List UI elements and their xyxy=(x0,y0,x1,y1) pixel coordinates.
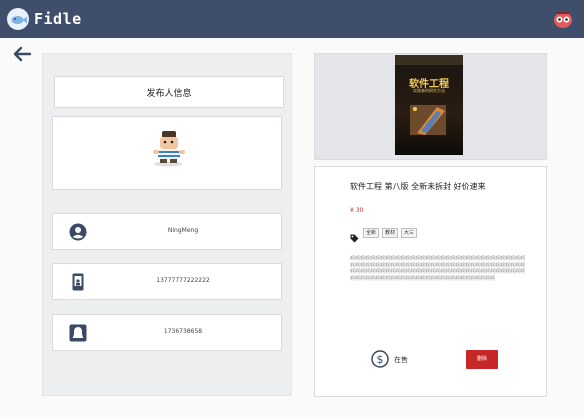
book-cover-subtitle: 实践者的研究方法 xyxy=(413,88,445,93)
person-circle-icon xyxy=(69,223,87,241)
publisher-phone: 13777777222222 xyxy=(156,277,210,284)
fidle-logo-icon[interactable] xyxy=(7,8,29,30)
publisher-name-card: NingMeng xyxy=(52,213,282,250)
publisher-phone-card: 13777777222222 xyxy=(52,263,282,300)
book-cover-band xyxy=(395,55,463,65)
item-tag: 大三 xyxy=(401,228,418,238)
user-avatar-icon[interactable] xyxy=(553,10,573,29)
book-cover-art xyxy=(410,105,446,135)
phone-icon xyxy=(69,273,87,291)
app-title: Fidle xyxy=(34,10,82,28)
item-tag: 教材 xyxy=(382,228,399,238)
publisher-title: 发布人信息 xyxy=(146,89,192,99)
publisher-qq: 1736738658 xyxy=(163,328,203,335)
app-header: Fidle xyxy=(0,0,584,38)
dollar-circle-icon: $ xyxy=(371,350,389,368)
publisher-title-card: 发布人信息 xyxy=(54,76,284,108)
book-cover-image: 软件工程 实践者的研究方法 xyxy=(395,55,463,155)
item-description: 啊啊啊啊啊啊啊啊啊啊啊啊啊啊啊啊啊啊啊啊啊啊啊啊啊啊啊啊啊啊啊啊啊啊啊啊啊啊啊啊… xyxy=(350,256,526,282)
item-tag: 全新 xyxy=(363,228,380,238)
publisher-name: NingMeng xyxy=(167,227,199,234)
item-status: 在售 xyxy=(394,356,408,364)
item-price: ¥ 30 xyxy=(350,207,364,214)
svg-text:$: $ xyxy=(377,353,384,366)
tag-icon xyxy=(350,228,359,243)
delete-button[interactable]: 删除 xyxy=(466,350,498,369)
publisher-qq-card: 1736738658 xyxy=(52,314,282,351)
item-title: 软件工程 第八版 全新未拆封 好价速来 xyxy=(350,182,486,191)
qq-penguin-icon xyxy=(69,324,87,342)
back-arrow-icon[interactable] xyxy=(12,46,32,62)
publisher-avatar-card xyxy=(52,116,282,190)
publisher-avatar xyxy=(153,131,185,167)
